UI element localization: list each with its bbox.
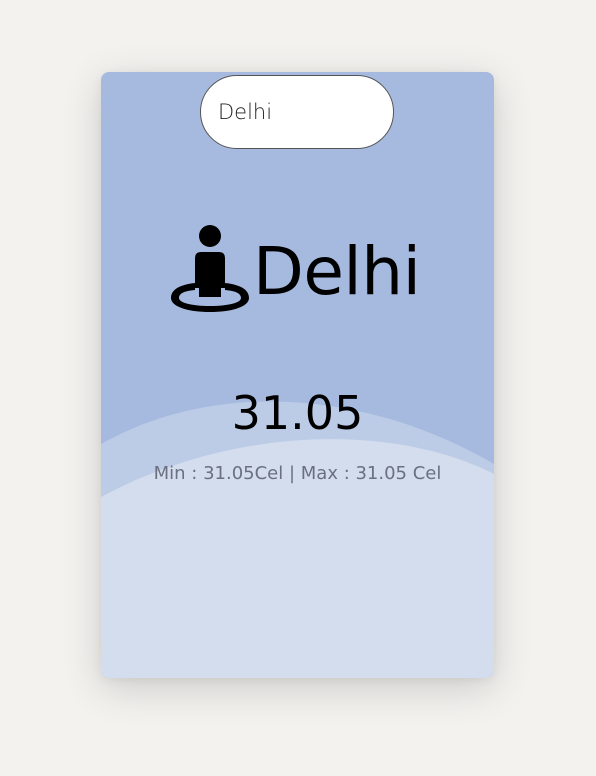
city-name: Delhi bbox=[253, 233, 421, 310]
min-max-temperature: Min : 31.05Cel | Max : 31.05 Cel bbox=[153, 463, 442, 484]
temperature-value: 31.05 bbox=[231, 386, 364, 440]
location-header: Delhi bbox=[167, 224, 421, 316]
city-search-input[interactable] bbox=[200, 75, 394, 149]
person-location-icon bbox=[171, 225, 249, 312]
weather-card: Delhi 31.05 Min : 31.05Cel | Max : 31.05… bbox=[101, 72, 494, 678]
wave-background bbox=[101, 401, 494, 678]
